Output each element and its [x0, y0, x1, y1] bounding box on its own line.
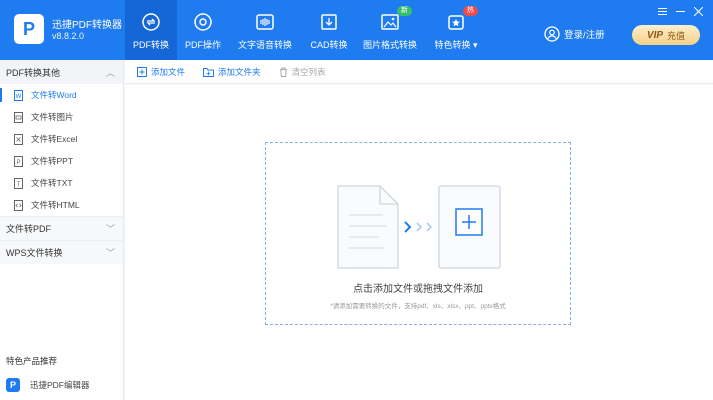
- add-file-button[interactable]: 添加文件: [137, 66, 185, 78]
- top-nav: PDF转换 PDF操作 文字语音转换 CAD转换 新 图片格式转换 热 特色转换…: [125, 0, 489, 60]
- svg-text:T: T: [17, 182, 21, 188]
- nav-image-format[interactable]: 新 图片格式转换: [357, 0, 423, 60]
- excel-file-icon: [14, 133, 23, 145]
- image-file-icon: [14, 111, 23, 123]
- window-controls: [653, 4, 707, 18]
- hot-badge: 热: [463, 6, 478, 16]
- chevron-up-icon: ︿: [105, 67, 115, 78]
- sidebar-item-label: 文件转Excel: [31, 134, 78, 144]
- add-file-icon: [137, 66, 147, 77]
- file-drop-zone[interactable]: 点击添加文件或拖拽文件添加 *请添加需要转换的文件，支持pdf、xls、xlsx…: [265, 142, 571, 325]
- nav-label: 图片格式转换: [362, 40, 417, 50]
- vip-recharge-button[interactable]: VIP 充值: [632, 25, 700, 45]
- ppt-file-icon: P: [14, 155, 23, 167]
- image-format-icon: [381, 14, 399, 30]
- nav-pdf-operate[interactable]: PDF操作: [177, 0, 229, 60]
- add-folder-button[interactable]: 添加文件夹: [203, 66, 261, 78]
- clear-list-button[interactable]: 清空列表: [279, 66, 326, 78]
- sidebar-item-label: 文件转Word: [31, 90, 77, 100]
- close-button[interactable]: [689, 4, 707, 18]
- vip-text: VIP: [646, 29, 664, 41]
- add-folder-label: 添加文件夹: [218, 66, 261, 77]
- sidebar-group-label: 文件转PDF: [6, 224, 52, 234]
- sidebar-group-pdf-convert-other[interactable]: PDF转换其他 ︿: [0, 60, 123, 84]
- trash-icon: [279, 67, 287, 77]
- nav-label: 文字语音转换: [237, 40, 292, 50]
- user-icon: [544, 26, 560, 42]
- sidebar-item-to-excel[interactable]: 文件转Excel: [0, 128, 123, 150]
- file-toolbar: 添加文件 添加文件夹 清空列表: [125, 60, 713, 84]
- recommend-item-label: 迅捷PDF编辑器: [30, 380, 90, 390]
- login-label: 登录/注册: [564, 30, 605, 41]
- sidebar-item-to-txt[interactable]: T 文件转TXT: [0, 172, 123, 194]
- nav-cad[interactable]: CAD转换: [301, 0, 357, 60]
- svg-text:P: P: [16, 160, 20, 166]
- main-panel: 点击添加文件或拖拽文件添加 *请添加需要转换的文件，支持pdf、xls、xlsx…: [125, 85, 713, 400]
- vip-label: 充值: [667, 30, 686, 41]
- svg-text:W: W: [16, 94, 22, 100]
- nav-special-convert[interactable]: 热 特色转换 ▾: [423, 0, 489, 60]
- sidebar-item-to-image[interactable]: 文件转图片: [0, 106, 123, 128]
- nav-label: 特色转换 ▾: [434, 38, 477, 51]
- drop-zone-hint: *请添加需要转换的文件，支持pdf、xls、xlsx、ppt、pptx格式: [330, 303, 506, 310]
- sidebar-group-file-to-pdf[interactable]: 文件转PDF ﹀: [0, 216, 123, 240]
- sidebar-item-label: 文件转HTML: [31, 200, 80, 210]
- close-icon: [693, 6, 703, 16]
- sidebar-item-to-ppt[interactable]: P 文件转PPT: [0, 150, 123, 172]
- pdf-editor-logo-icon: P: [6, 378, 20, 392]
- menu-icon: [657, 7, 667, 15]
- app-logo: P: [14, 14, 44, 44]
- file-convert-illustration-icon: [337, 185, 501, 269]
- recommend-title: 特色产品推荐: [6, 356, 58, 366]
- new-badge: 新: [397, 6, 412, 16]
- sidebar-group-label: PDF转换其他: [6, 67, 61, 78]
- chevron-down-icon: ﹀: [105, 224, 115, 234]
- minimize-button[interactable]: [671, 4, 689, 18]
- special-convert-icon: [448, 15, 464, 30]
- sidebar-item-label: 文件转TXT: [31, 178, 73, 188]
- login-button[interactable]: 登录/注册: [544, 26, 605, 42]
- nav-label: CAD转换: [310, 40, 348, 50]
- add-file-label: 添加文件: [151, 66, 186, 77]
- sidebar-item-label: 文件转图片: [31, 112, 74, 122]
- word-file-icon: W: [14, 89, 23, 101]
- nav-text-speech[interactable]: 文字语音转换: [229, 0, 301, 60]
- nav-pdf-convert[interactable]: PDF转换: [125, 0, 177, 60]
- nav-label: PDF转换: [132, 40, 169, 50]
- sidebar-item-to-word[interactable]: W 文件转Word: [0, 84, 123, 106]
- pdf-operate-icon: [194, 13, 212, 31]
- app-header: P 迅捷PDF转换器 v8.8.2.0 PDF转换 PDF操作 文字语音转换 C…: [0, 0, 713, 60]
- chevron-down-icon: ▾: [473, 40, 478, 50]
- add-folder-icon: [203, 67, 215, 77]
- recommend-pdf-editor[interactable]: P 迅捷PDF编辑器: [6, 374, 118, 396]
- cad-icon: [321, 14, 337, 30]
- sidebar-item-to-html[interactable]: 文件转HTML: [0, 194, 123, 216]
- clear-list-label: 清空列表: [291, 66, 326, 77]
- nav-label-text: 特色转换: [434, 40, 471, 50]
- txt-file-icon: T: [14, 177, 23, 189]
- menu-button[interactable]: [653, 4, 671, 18]
- logo-letter: P: [22, 18, 35, 39]
- text-speech-icon: [256, 14, 274, 30]
- app-version: v8.8.2.0: [52, 31, 85, 41]
- sidebar: PDF转换其他 ︿ W 文件转Word 文件转图片 文件转Excel P 文件转…: [0, 60, 124, 400]
- app-name: 迅捷PDF转换器: [52, 20, 122, 31]
- chevron-down-icon: ﹀: [105, 248, 115, 258]
- minimize-icon: [675, 10, 685, 12]
- drop-zone-title: 点击添加文件或拖拽文件添加: [353, 284, 483, 295]
- sidebar-group-wps-convert[interactable]: WPS文件转换 ﹀: [0, 240, 123, 264]
- nav-label: PDF操作: [184, 40, 221, 50]
- pdf-convert-icon: [142, 13, 160, 31]
- html-file-icon: [14, 199, 23, 211]
- sidebar-group-label: WPS文件转换: [6, 248, 63, 258]
- sidebar-item-label: 文件转PPT: [31, 156, 74, 166]
